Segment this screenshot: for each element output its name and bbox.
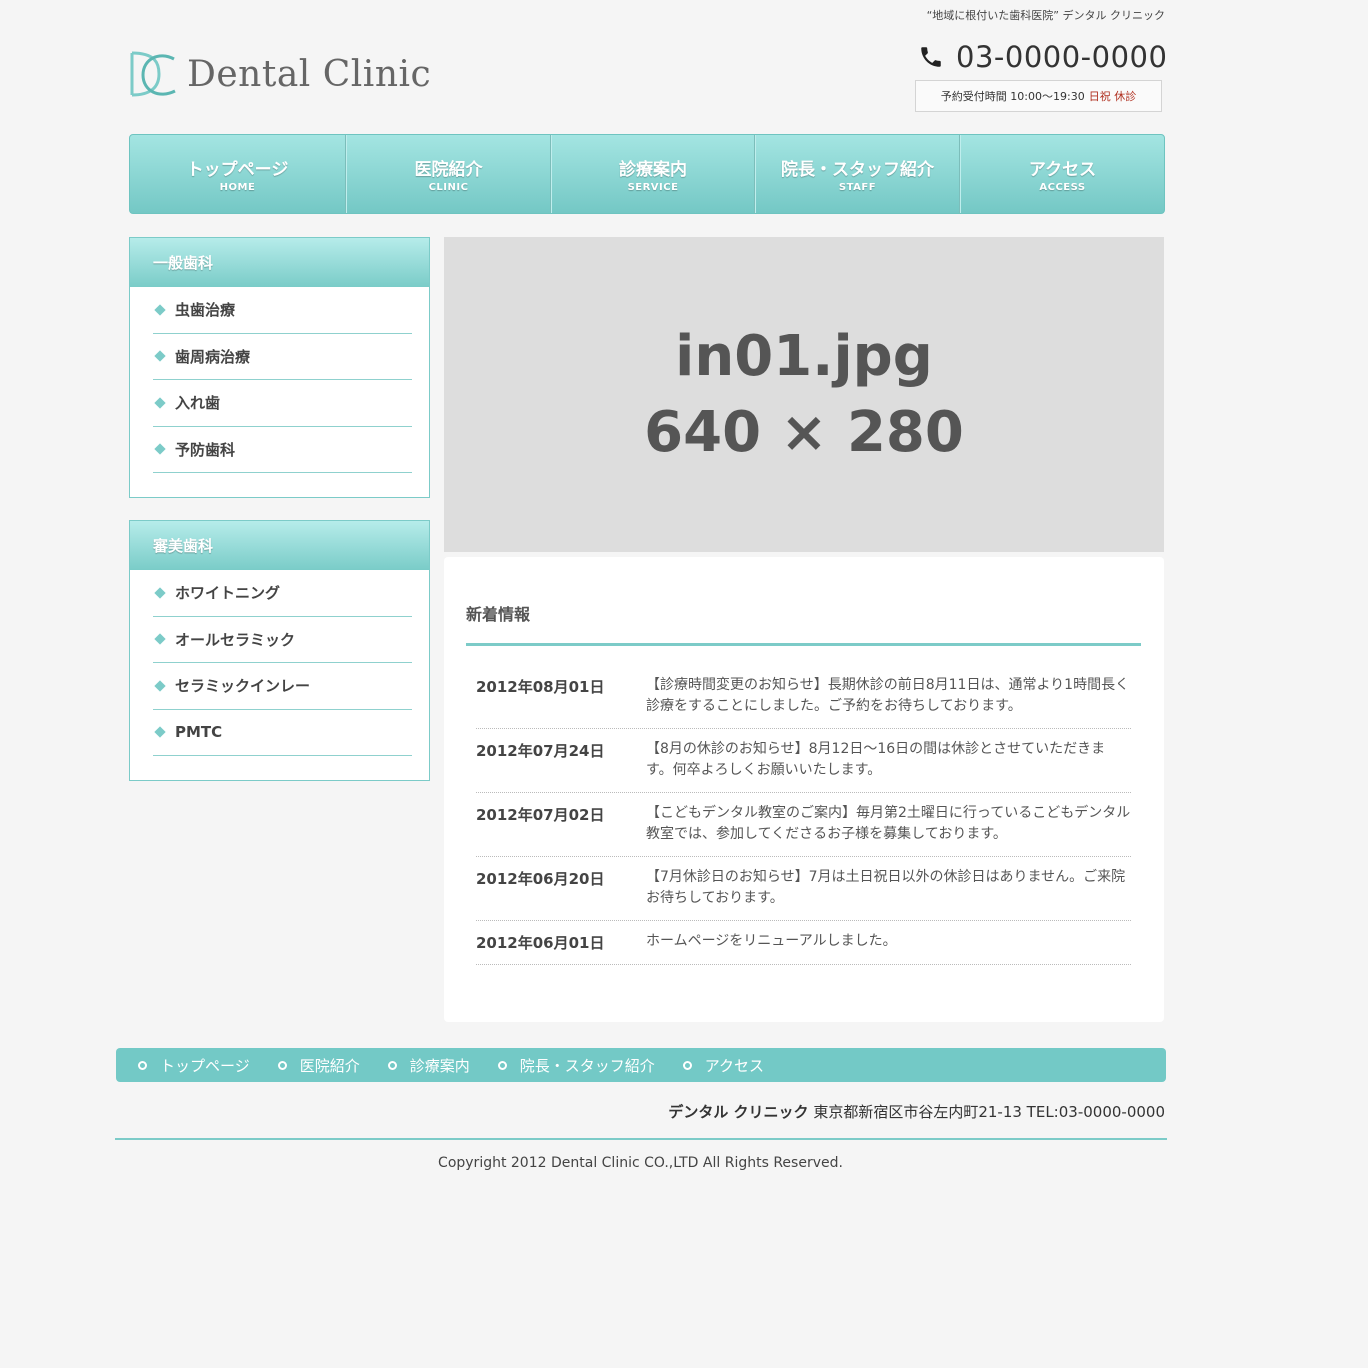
circle-bullet-icon	[497, 1060, 507, 1070]
phone-number: 03-0000-0000	[956, 40, 1168, 74]
diamond-bullet-icon	[154, 443, 166, 455]
phone-icon	[918, 44, 944, 70]
global-nav: トップページ HOME 医院紹介 CLINIC 診療案内 SERVICE 院長・…	[129, 134, 1165, 214]
sidebar-heading: 一般歯科	[130, 238, 429, 287]
sidebar-item-label: オールセラミック	[175, 630, 296, 649]
sidebar-item-label: ホワイトニング	[175, 584, 281, 603]
sidebar-item[interactable]: 予防歯科	[153, 427, 412, 473]
footer-address-text: 東京都新宿区市谷左内町21-13 TEL:03-0000-0000	[813, 1103, 1165, 1121]
news-date: 2012年06月01日	[476, 934, 605, 952]
sidebar-item[interactable]: 入れ歯	[153, 380, 412, 427]
nav-label: 診療案内	[619, 160, 687, 180]
hero-image-placeholder: in01.jpg 640 × 280	[444, 237, 1164, 552]
sidebar-item-label: 予防歯科	[175, 440, 236, 459]
news-divider	[466, 643, 1141, 646]
news-text: 【8月の休診のお知らせ】8月12日～16日の間は休診とさせていただきます。何卒よ…	[646, 741, 1106, 778]
news-date: 2012年08月01日	[476, 678, 605, 696]
news-item: 2012年06月01日 ホームページをリニューアルしました。	[476, 921, 1131, 965]
news-date: 2012年06月20日	[476, 870, 605, 888]
footer-clinic-name: デンタル クリニック	[668, 1103, 809, 1121]
hours-label: 予約受付時間 10:00～19:30	[940, 90, 1085, 103]
news-section: 新着情報 2012年08月01日 【診療時間変更のお知らせ】長期休診の前日8月1…	[444, 557, 1164, 1022]
site-logo[interactable]: Dental Clinic	[129, 46, 431, 102]
nav-label: 医院紹介	[414, 160, 483, 180]
sidebar-item-label: PMTC	[175, 723, 223, 742]
news-list: 2012年08月01日 【診療時間変更のお知らせ】長期休診の前日8月11日は、通…	[476, 665, 1131, 965]
diamond-bullet-icon	[154, 304, 166, 316]
circle-bullet-icon	[138, 1060, 147, 1070]
sidebar-heading: 審美歯科	[130, 521, 429, 570]
footer-nav-service[interactable]: 診療案内	[387, 1055, 470, 1076]
sidebar-item[interactable]: 歯周病治療	[153, 334, 412, 380]
news-title: 新着情報	[466, 605, 531, 624]
footer-nav-label: 診療案内	[409, 1056, 470, 1075]
footer-nav-label: 医院紹介	[299, 1056, 360, 1075]
nav-sublabel: ACCESS	[1039, 182, 1086, 193]
sidebar-cosmetic-dentistry: 審美歯科 ホワイトニング オールセラミック セラミックインレー PMTC	[129, 520, 430, 781]
nav-sublabel: HOME	[219, 182, 256, 193]
hero-dimensions: 640 × 280	[644, 399, 964, 465]
sidebar-item-label: 入れ歯	[175, 394, 221, 413]
sidebar-general-dentistry: 一般歯科 虫歯治療 歯周病治療 入れ歯 予防歯科	[129, 237, 430, 498]
sidebar-item[interactable]: ホワイトニング	[153, 570, 412, 617]
footer-nav-clinic[interactable]: 医院紹介	[277, 1055, 360, 1076]
news-item: 2012年08月01日 【診療時間変更のお知らせ】長期休診の前日8月11日は、通…	[476, 665, 1131, 729]
logo-text: Dental Clinic	[187, 53, 432, 95]
diamond-bullet-icon	[154, 350, 166, 362]
circle-bullet-icon	[682, 1060, 692, 1070]
nav-label: トップページ	[186, 160, 289, 180]
news-text: ホームページをリニューアルしました。	[646, 933, 897, 949]
news-text: 【こどもデンタル教室のご案内】毎月第2土曜日に行っているこどもデンタル教室では、…	[646, 805, 1131, 842]
news-text: 【診療時間変更のお知らせ】長期休診の前日8月11日は、通常より1時間長く診療をす…	[646, 677, 1130, 714]
footer-nav-home[interactable]: トップページ	[138, 1055, 250, 1076]
dc-monogram-icon	[129, 47, 177, 101]
news-item: 2012年06月20日 【7月休診日のお知らせ】7月は土日祝日以外の休診日はあり…	[476, 857, 1131, 921]
phone-contact: 03-0000-0000	[918, 40, 1167, 74]
diamond-bullet-icon	[154, 587, 166, 599]
nav-staff[interactable]: 院長・スタッフ紹介 STAFF	[755, 135, 960, 213]
sidebar-list: 虫歯治療 歯周病治療 入れ歯 予防歯科	[130, 287, 429, 497]
sidebar-item[interactable]: PMTC	[153, 710, 412, 756]
nav-service[interactable]: 診療案内 SERVICE	[551, 135, 755, 213]
news-date: 2012年07月24日	[476, 742, 605, 760]
sidebar-list: ホワイトニング オールセラミック セラミックインレー PMTC	[130, 570, 429, 780]
circle-bullet-icon	[387, 1060, 397, 1070]
header-tagline: “地域に根付いた歯科医院” デンタル クリニック	[926, 9, 1165, 22]
footer-nav: トップページ 医院紹介 診療案内 院長・スタッフ紹介 アクセス	[116, 1048, 1166, 1082]
nav-clinic[interactable]: 医院紹介 CLINIC	[346, 135, 551, 213]
sidebar-item-label: 虫歯治療	[175, 301, 236, 320]
footer-nav-staff[interactable]: 院長・スタッフ紹介	[497, 1055, 655, 1076]
reception-hours: 予約受付時間 10:00～19:30 日祝 休診	[915, 80, 1162, 112]
footer-nav-label: アクセス	[704, 1056, 765, 1075]
nav-home[interactable]: トップページ HOME	[130, 135, 346, 213]
sidebar-item[interactable]: オールセラミック	[153, 617, 412, 663]
footer-nav-label: 院長・スタッフ紹介	[519, 1056, 655, 1075]
sidebar-item-label: セラミックインレー	[175, 677, 311, 696]
news-item: 2012年07月02日 【こどもデンタル教室のご案内】毎月第2土曜日に行っている…	[476, 793, 1131, 857]
hero-filename: in01.jpg	[675, 323, 933, 389]
diamond-bullet-icon	[154, 633, 166, 645]
nav-sublabel: STAFF	[838, 182, 877, 193]
closed-days: 日祝 休診	[1088, 90, 1137, 103]
sidebar-item-label: 歯周病治療	[175, 347, 251, 366]
footer-address: デンタル クリニック 東京都新宿区市谷左内町21-13 TEL:03-0000-…	[668, 1101, 1165, 1122]
diamond-bullet-icon	[154, 397, 166, 409]
nav-access[interactable]: アクセス ACCESS	[960, 135, 1164, 213]
diamond-bullet-icon	[154, 680, 166, 692]
nav-label: アクセス	[1028, 160, 1097, 180]
circle-bullet-icon	[277, 1060, 287, 1070]
footer-nav-label: トップページ	[160, 1056, 250, 1075]
footer-divider	[115, 1138, 1167, 1140]
copyright: Copyright 2012 Dental Clinic CO.,LTD All…	[438, 1155, 843, 1171]
nav-label: 院長・スタッフ紹介	[781, 160, 934, 180]
sidebar-item[interactable]: 虫歯治療	[153, 287, 412, 334]
sidebar-item[interactable]: セラミックインレー	[153, 663, 412, 710]
footer-nav-access[interactable]: アクセス	[682, 1055, 765, 1076]
diamond-bullet-icon	[154, 726, 166, 738]
news-item: 2012年07月24日 【8月の休診のお知らせ】8月12日～16日の間は休診とさ…	[476, 729, 1131, 793]
nav-sublabel: SERVICE	[627, 182, 679, 193]
news-text: 【7月休診日のお知らせ】7月は土日祝日以外の休診日はありません。ご来院お待ちして…	[646, 869, 1126, 906]
nav-sublabel: CLINIC	[428, 182, 469, 193]
news-date: 2012年07月02日	[476, 806, 605, 824]
